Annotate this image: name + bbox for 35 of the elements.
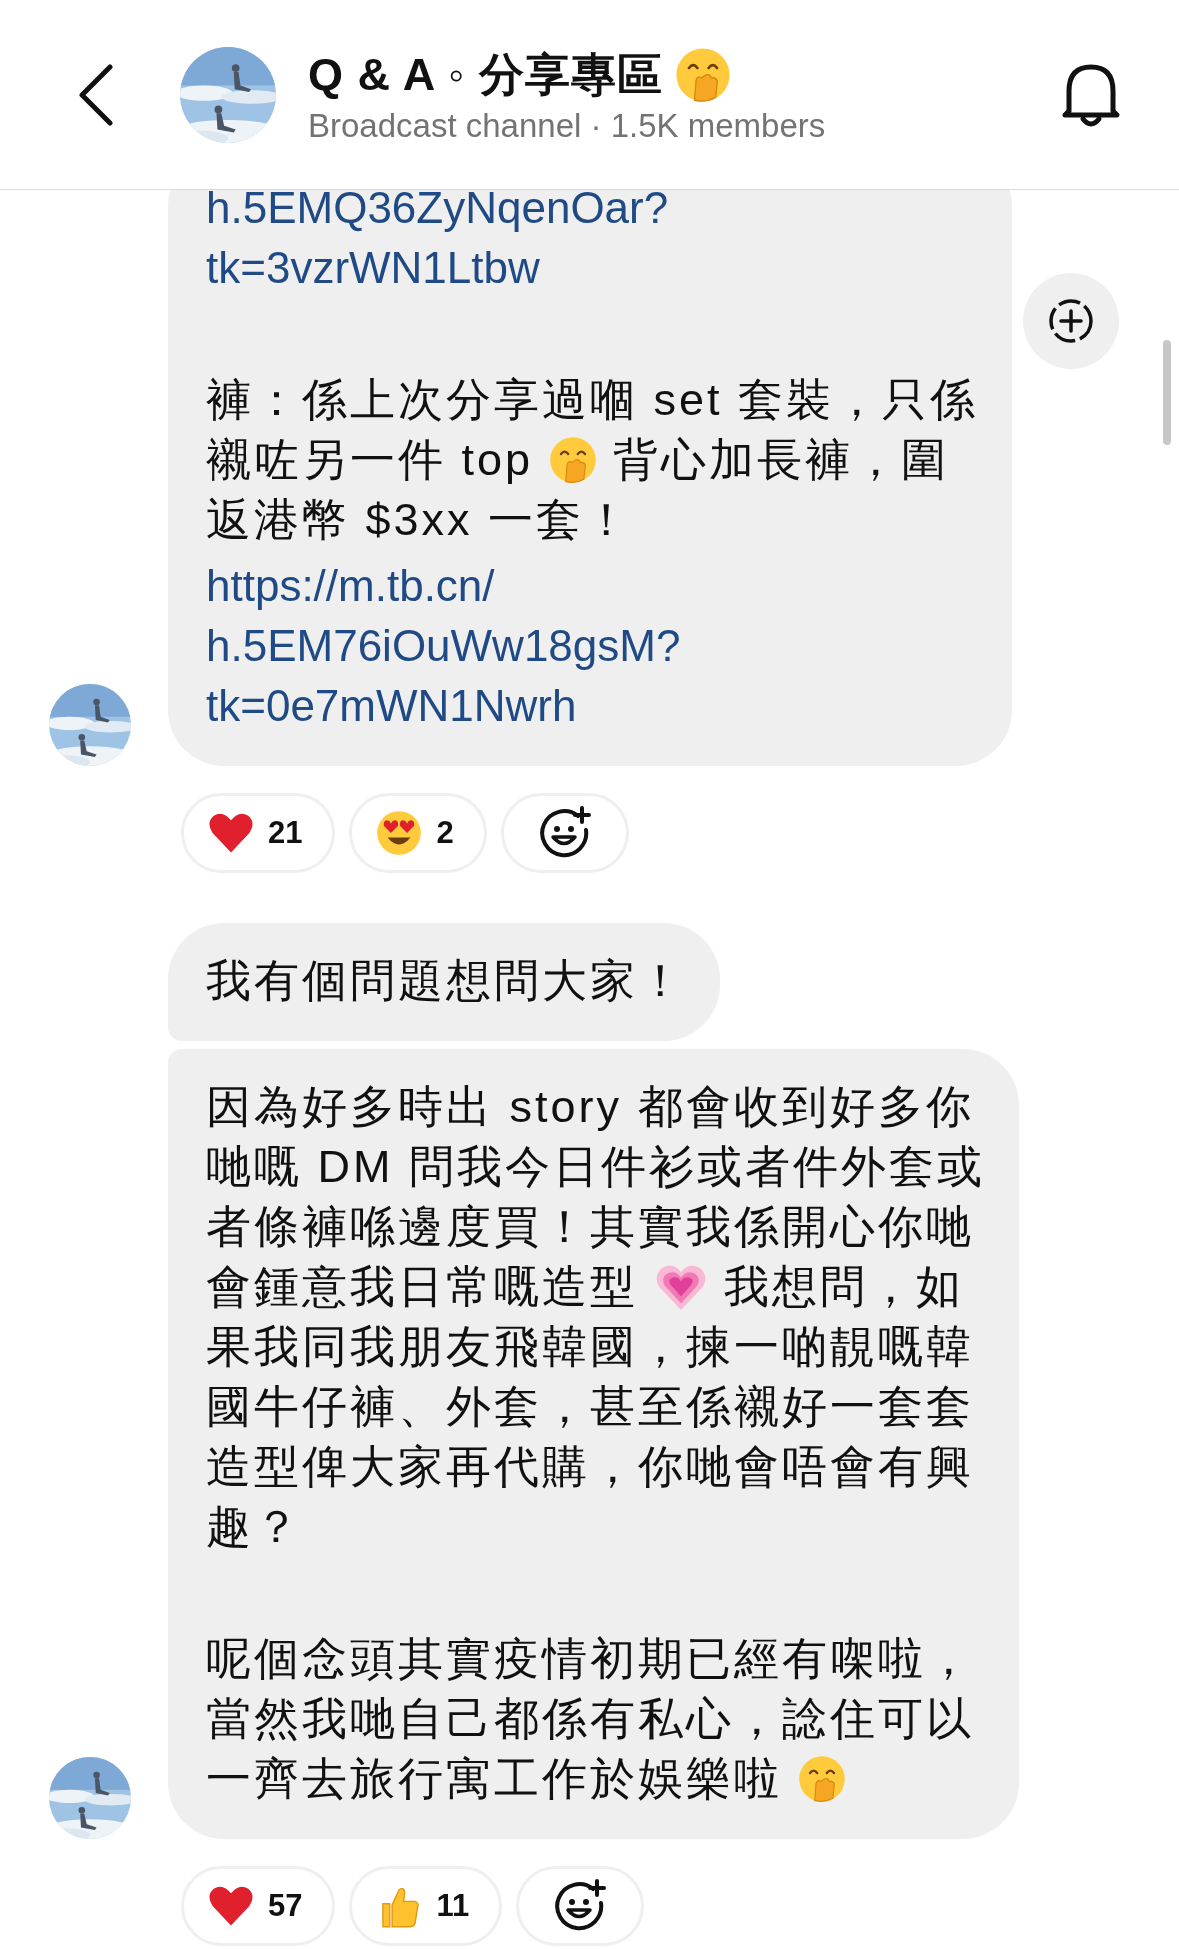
message-text: 我想問，如	[724, 1260, 964, 1314]
message-text: 會鍾意我日常嘅造型	[206, 1260, 638, 1314]
message-text: 國牛仔褲、外套，甚至係襯好一套套	[206, 1380, 974, 1434]
message-text: 趣？	[206, 1500, 302, 1554]
link[interactable]: h.5EMQ36ZyNqenOar? tk=3vzrWN1Ltbw	[206, 190, 979, 298]
message-text: 褲：係上次分享過嗰 set 套裝，只係	[206, 373, 979, 427]
message-text: 者條褲喺邊度買！其實我係開心你哋	[206, 1200, 974, 1254]
dashed-plus-icon	[1046, 296, 1096, 346]
reaction-chip[interactable]: 2	[349, 793, 487, 873]
channel-title: Q & A ◦ 分享專區	[308, 47, 663, 102]
add-emoji-icon	[553, 1879, 608, 1933]
message-text: 呢個念頭其實疫情初期已經有㗎啦，	[206, 1632, 974, 1686]
message-text: 果我同我朋友飛韓國，揀一啲靚嘅韓	[206, 1320, 974, 1374]
reaction-chip[interactable]: 21	[181, 793, 336, 873]
reaction-chip[interactable]: 11	[349, 1866, 503, 1946]
message-text: 因為好多時出 story 都會收到好多你	[206, 1080, 974, 1134]
message-text: 襯咗另一件 top	[206, 433, 534, 487]
add-emoji-icon	[537, 806, 592, 860]
message-text: 哋嘅 DM 問我今日件衫或者件外套或	[206, 1140, 985, 1194]
hand-over-mouth-emoji-icon	[549, 436, 598, 484]
message-text: 當然我哋自己都係有私心，諗住可以	[206, 1692, 974, 1746]
message-text: 背心加長褲，圍	[613, 433, 950, 487]
message-text: 返港幣 $3xx 一套！	[206, 493, 633, 547]
heart-icon	[208, 1885, 254, 1927]
message-text: 一齊去旅行寓工作於娛樂啦	[206, 1752, 782, 1806]
message-text: 造型俾大家再代購，你哋會唔會有興	[206, 1440, 974, 1494]
reaction-chip[interactable]: 57	[181, 1866, 336, 1946]
heart-eyes-emoji-icon	[376, 810, 423, 856]
back-button[interactable]	[76, 64, 116, 125]
message-text: 我有個問題想問大家！	[206, 954, 686, 1008]
hand-over-mouth-emoji-icon	[798, 1755, 846, 1803]
channel-subtitle: Broadcast channel · 1.5K members	[308, 106, 827, 145]
hand-over-mouth-emoji-icon	[674, 46, 731, 103]
heart-icon	[208, 812, 254, 854]
link[interactable]: https://m.tb.cn/ h.5EM76iOuWw18gsM? tk=0e7mWN1Nwrh	[206, 556, 979, 736]
